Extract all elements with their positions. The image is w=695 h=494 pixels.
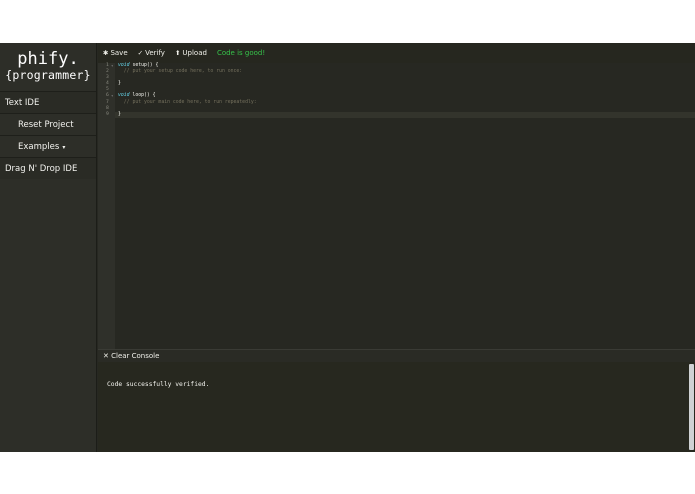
upload-label: Upload <box>182 49 207 57</box>
status-message: Code is good! <box>216 49 266 57</box>
clear-console-label: Clear Console <box>111 352 160 360</box>
logo-title: phify. <box>17 49 79 69</box>
sidebar-item-drag-n-drop-ide[interactable]: Drag N' Drop IDE <box>0 157 96 179</box>
save-label: Save <box>110 49 128 57</box>
console-message: Code successfully verified. <box>107 381 210 388</box>
toolbar: ✱ Save ✓ Verify ⬆ Upload Code is good! <box>98 43 695 63</box>
save-button[interactable]: ✱ Save <box>103 49 128 57</box>
save-icon: ✱ <box>103 49 109 57</box>
logo: phify. {programmer} <box>0 43 96 91</box>
sidebar-item-label: Reset Project <box>18 120 74 130</box>
code-text[interactable]: void setup() { // put your setup code he… <box>115 63 695 118</box>
upload-button[interactable]: ⬆ Upload <box>175 49 207 57</box>
sidebar-item-label: Drag N' Drop IDE <box>5 164 78 174</box>
sidebar: phify. {programmer} Text IDE Reset Proje… <box>0 43 97 452</box>
sidebar-item-label: Text IDE <box>5 98 40 108</box>
clear-console-button[interactable]: ✕ Clear Console <box>98 349 695 362</box>
console-scrollbar[interactable] <box>689 364 694 450</box>
console-output: Code successfully verified. <box>98 362 695 452</box>
sidebar-item-examples[interactable]: Examples ▾ <box>0 135 96 157</box>
code-editor[interactable]: 1 ▾ 2 3 4 5 6 ▾ 7 8 9 void setup() { // pu… <box>98 63 695 349</box>
caret-down-icon: ▾ <box>62 144 66 151</box>
close-icon: ✕ <box>103 352 109 360</box>
app-window: phify. {programmer} Text IDE Reset Proje… <box>0 43 695 452</box>
line-number-gutter: 1 ▾ 2 3 4 5 6 ▾ 7 8 9 <box>98 63 115 349</box>
check-icon: ✓ <box>137 49 144 57</box>
verify-label: Verify <box>145 49 165 57</box>
sidebar-item-label: Examples <box>18 142 60 152</box>
main-panel: ✱ Save ✓ Verify ⬆ Upload Code is good! 1 ▾ 2… <box>98 43 695 452</box>
logo-subtitle: {programmer} <box>5 68 91 82</box>
code-line-active: } <box>115 111 695 118</box>
sidebar-item-reset-project[interactable]: Reset Project <box>0 113 96 135</box>
sidebar-item-text-ide[interactable]: Text IDE <box>0 91 96 113</box>
upload-icon: ⬆ <box>174 49 181 57</box>
line-number: 9 <box>106 111 109 117</box>
verify-button[interactable]: ✓ Verify <box>138 49 165 57</box>
